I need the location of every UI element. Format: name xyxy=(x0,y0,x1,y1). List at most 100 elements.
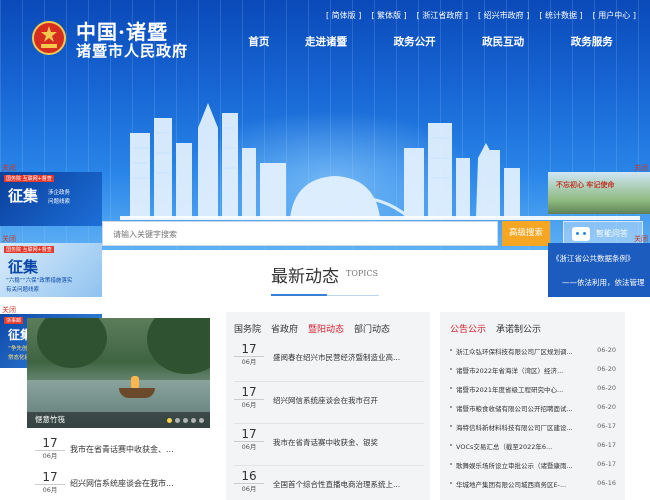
top-link-simplified[interactable]: [ 简体版 ] xyxy=(322,10,365,21)
tab-jiyang-news[interactable]: 暨阳动态 xyxy=(308,322,344,335)
news-title[interactable]: 盛阅春在绍兴市民营经济暨制造业高... xyxy=(273,352,425,363)
notice-title[interactable]: 浙江众弘环保科技有限公司厂区规划调... xyxy=(456,346,594,356)
advanced-search-button[interactable]: 高级搜索 xyxy=(502,221,550,246)
notice-item[interactable]: 歌舞娱乐场所设立审批公示（诸暨康雨... 06-17 xyxy=(446,458,622,472)
ad2-tag: 国务院 互联网+督查 xyxy=(4,246,54,253)
notice-date: 06-17 xyxy=(597,422,616,430)
notice-item[interactable]: 浙江众弘环保科技有限公司厂区规划调... 06-20 xyxy=(446,344,622,358)
notice-date: 06-20 xyxy=(597,384,616,392)
nav-item-gov-affairs[interactable]: 政务公开 xyxy=(370,34,459,49)
news-list-item[interactable]: 17 06月 绍兴网信系统座谈会在我市召开 xyxy=(234,385,426,421)
notice-item[interactable]: 海特信科新材料科技有限公司厂区建设... 06-17 xyxy=(446,420,622,434)
nav-item-home[interactable]: 首页 xyxy=(236,34,282,49)
bullet-icon xyxy=(450,444,452,446)
carousel-dot[interactable] xyxy=(199,418,204,423)
floating-ad-1[interactable]: 国务院 互联网+督查 征集 涉企政务 问题线索 xyxy=(0,172,102,226)
list-divider xyxy=(234,465,424,466)
news-day: 17 xyxy=(42,470,58,484)
news-month: 06月 xyxy=(35,450,65,461)
carousel-dot[interactable] xyxy=(183,418,188,423)
floating-ad-5[interactable]: 《浙江省公共数据条例》 ——依法利用，依法管理 xyxy=(548,243,650,297)
ad2-line-1: “六稳”“六保”政策措施落实 xyxy=(6,278,73,284)
nav-item-about[interactable]: 走进诸暨 xyxy=(282,34,371,49)
carousel-dot[interactable] xyxy=(167,418,172,423)
bullet-icon xyxy=(450,406,452,408)
notice-title[interactable]: VOCs交易汇总（截至2022年6... xyxy=(456,441,594,451)
site-logo-subtitle[interactable]: 诸暨市人民政府 xyxy=(76,40,188,61)
tab-announcements[interactable]: 公告公示 xyxy=(450,322,486,335)
news-list-item[interactable]: 17 06月 盛阅春在绍兴市民营经济暨制造业高... xyxy=(234,342,426,378)
news-date: 17 06月 xyxy=(234,342,264,367)
floating-ad-2[interactable]: 国务院 互联网+督查 征集 “六稳”“六保”政策措施落实 有关问题线索 xyxy=(0,243,102,297)
photo-tree xyxy=(37,318,107,368)
section-title: 最新动态 xyxy=(271,267,339,287)
floating-ad-4[interactable]: 不忘初心 牢记使命 xyxy=(548,172,650,214)
carousel-dots xyxy=(167,418,204,423)
top-link-traditional[interactable]: [ 繁体版 ] xyxy=(367,10,410,21)
ad1-line-1: 涉企政务 xyxy=(48,190,71,196)
notice-title[interactable]: 诸暨市2021年度省级工程研究中心... xyxy=(456,384,594,394)
left-news-item[interactable]: 17 06月 绍兴网信系统座谈会在我市... xyxy=(27,470,210,500)
news-month: 06月 xyxy=(234,356,264,367)
news-title[interactable]: 全国首个综合性直播电商治理系统上... xyxy=(273,479,425,490)
search-box xyxy=(102,221,498,246)
news-title[interactable]: 绍兴网信系统座谈会在我市召开 xyxy=(273,395,425,406)
news-title[interactable]: 我市在省青话赛中收获金、... xyxy=(70,444,210,455)
carousel-dot[interactable] xyxy=(175,418,180,423)
notice-item[interactable]: 诸暨市2022年省海洋（湾区）经济... 06-20 xyxy=(446,363,622,377)
nav-item-interaction[interactable]: 政民互动 xyxy=(459,34,548,49)
news-title[interactable]: 绍兴网信系统座谈会在我市... xyxy=(70,478,210,489)
news-month: 06月 xyxy=(35,484,65,495)
notice-date: 06-16 xyxy=(597,479,616,487)
ad1-line-2: 问题线索 xyxy=(48,199,71,205)
news-day: 17 xyxy=(241,385,257,399)
notice-title[interactable]: 诸暨市粮食收储有限公司公开招聘面试... xyxy=(456,403,594,413)
news-tabs: 国务院 省政府 暨阳动态 部门动态 xyxy=(234,322,390,335)
notice-item[interactable]: VOCs交易汇总（截至2022年6... 06-17 xyxy=(446,439,622,453)
news-date: 17 06月 xyxy=(234,427,264,452)
nav-item-services[interactable]: 政务服务 xyxy=(547,34,636,49)
notice-title[interactable]: 华城地产集团有限公司城西商务区E-... xyxy=(456,479,594,489)
top-link-user-center[interactable]: [ 用户中心 ] xyxy=(589,10,640,21)
bullet-icon xyxy=(450,387,452,389)
bullet-icon xyxy=(450,463,452,465)
notice-title[interactable]: 海特信科新材料科技有限公司厂区建设... xyxy=(456,422,594,432)
ad2-title: 征集 xyxy=(8,258,39,276)
tab-department-news[interactable]: 部门动态 xyxy=(354,322,390,335)
page: 中国·诸暨 诸暨市人民政府 [ 简体版 ] [ 繁体版 ] [ 浙江省政府 ] … xyxy=(0,0,650,500)
notice-item[interactable]: 诸暨市粮食收储有限公司公开招聘面试... 06-20 xyxy=(446,401,622,415)
ad1-tag: 国务院 互联网+督查 xyxy=(4,175,54,182)
smart-qa-label: 智能问答 xyxy=(596,229,628,238)
ad1-title: 征集 xyxy=(8,187,39,205)
news-list-item[interactable]: 16 06月 全国首个综合性直播电商治理系统上... xyxy=(234,469,426,500)
news-title[interactable]: 我市在省青话赛中收获金、银奖 xyxy=(273,437,425,448)
news-month: 06月 xyxy=(234,399,264,410)
bullet-icon xyxy=(450,368,452,370)
bullet-icon xyxy=(450,349,452,351)
top-link-shaoxing-gov[interactable]: [ 绍兴市政府 ] xyxy=(474,10,533,21)
news-day: 17 xyxy=(241,342,257,356)
notice-item[interactable]: 诸暨市2021年度省级工程研究中心... 06-20 xyxy=(446,382,622,396)
search-input[interactable] xyxy=(103,223,497,246)
tab-state-council[interactable]: 国务院 xyxy=(234,322,261,335)
news-date: 17 06月 xyxy=(234,385,264,410)
news-list-item[interactable]: 17 06月 我市在省青话赛中收获金、银奖 xyxy=(234,427,426,463)
news-day: 16 xyxy=(241,469,257,483)
top-links: [ 简体版 ] [ 繁体版 ] [ 浙江省政府 ] [ 绍兴市政府 ] [ 统计… xyxy=(322,10,640,21)
notice-date: 06-17 xyxy=(597,441,616,449)
notice-title[interactable]: 诸暨市2022年省海洋（湾区）经济... xyxy=(456,365,594,375)
top-link-statistics[interactable]: [ 统计数据 ] xyxy=(535,10,586,21)
news-photo-carousel[interactable]: 惬意竹筏 xyxy=(27,318,210,428)
notice-title[interactable]: 歌舞娱乐场所设立审批公示（诸暨康雨... xyxy=(456,460,594,470)
left-news-item[interactable]: 17 06月 我市在省青话赛中收获金、... xyxy=(27,436,210,466)
carousel-dot[interactable] xyxy=(191,418,196,423)
notice-item[interactable]: 华城地产集团有限公司城西商务区E-... 06-16 xyxy=(446,477,622,491)
top-link-zhejiang-gov[interactable]: [ 浙江省政府 ] xyxy=(413,10,472,21)
list-divider xyxy=(234,423,424,424)
news-date: 17 06月 xyxy=(35,470,65,495)
notice-panel: 公告公示 承诺制公示 浙江众弘环保科技有限公司厂区规划调... 06-20 诸暨… xyxy=(440,312,625,500)
tab-commitment-notices[interactable]: 承诺制公示 xyxy=(496,322,541,335)
news-day: 17 xyxy=(42,436,58,450)
bullet-icon xyxy=(450,482,452,484)
tab-provincial-gov[interactable]: 省政府 xyxy=(271,322,298,335)
